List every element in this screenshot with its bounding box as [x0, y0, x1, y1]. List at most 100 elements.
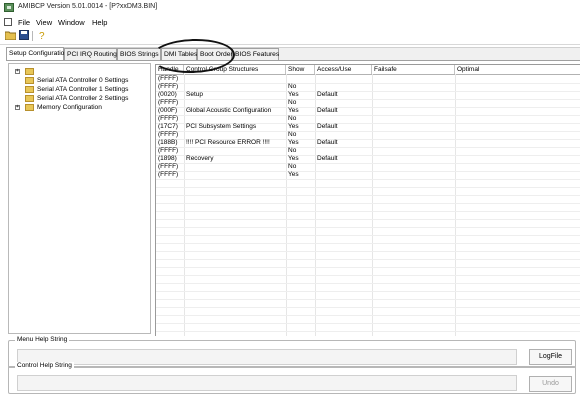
- tab-setup-configuration[interactable]: Setup Configuration: [6, 47, 68, 60]
- table-cell[interactable]: No: [286, 147, 317, 155]
- table-cell[interactable]: (000F): [156, 107, 186, 115]
- table-cell[interactable]: [315, 147, 374, 155]
- tree-item-root[interactable]: +: [9, 67, 150, 76]
- table-cell[interactable]: [372, 171, 457, 179]
- table-cell[interactable]: Default: [315, 91, 374, 99]
- table-cell[interactable]: (0020): [156, 91, 186, 99]
- table-cell[interactable]: [372, 75, 457, 83]
- table-cell[interactable]: [455, 123, 580, 131]
- table-cell[interactable]: [372, 147, 457, 155]
- table-cell[interactable]: [315, 163, 374, 171]
- table-cell[interactable]: [372, 139, 457, 147]
- table-cell[interactable]: (FFFF): [156, 171, 186, 179]
- table-cell[interactable]: Yes: [286, 155, 317, 163]
- column-header-show[interactable]: Show: [286, 65, 315, 74]
- column-header-failsafe[interactable]: Failsafe: [372, 65, 455, 74]
- table-cell[interactable]: [184, 99, 288, 107]
- table-cell[interactable]: [372, 107, 457, 115]
- table-cell[interactable]: [184, 163, 288, 171]
- table-cell[interactable]: Yes: [286, 139, 317, 147]
- table-cell[interactable]: (17C7): [156, 123, 186, 131]
- table-cell[interactable]: [372, 83, 457, 91]
- table-cell[interactable]: [315, 131, 374, 139]
- table-cell[interactable]: No: [286, 131, 317, 139]
- menu-help[interactable]: Help: [92, 18, 107, 27]
- table-cell[interactable]: [315, 99, 374, 107]
- table-cell[interactable]: [455, 155, 580, 163]
- menu-view[interactable]: View: [36, 18, 52, 27]
- table-cell[interactable]: Setup: [184, 91, 288, 99]
- undo-button[interactable]: Undo: [529, 376, 572, 392]
- table-cell[interactable]: Default: [315, 123, 374, 131]
- table-cell[interactable]: [455, 83, 580, 91]
- table-cell[interactable]: [455, 99, 580, 107]
- table-cell[interactable]: Global Acoustic Configuration: [184, 107, 288, 115]
- table-cell[interactable]: Default: [315, 155, 374, 163]
- table-cell[interactable]: No: [286, 163, 317, 171]
- save-icon[interactable]: [18, 30, 30, 42]
- table-cell[interactable]: [372, 123, 457, 131]
- table-cell[interactable]: (FFFF): [156, 131, 186, 139]
- table-cell[interactable]: [286, 75, 317, 83]
- table-cell[interactable]: No: [286, 99, 317, 107]
- table-cell[interactable]: (188B): [156, 139, 186, 147]
- menu-window[interactable]: Window: [58, 18, 85, 27]
- column-header-optimal[interactable]: Optimal: [455, 65, 580, 74]
- tree-item-sata-controller-2[interactable]: Serial ATA Controller 2 Settings: [9, 94, 150, 103]
- table-cell[interactable]: Default: [315, 107, 374, 115]
- table-cell[interactable]: [455, 91, 580, 99]
- table-cell[interactable]: Yes: [286, 171, 317, 179]
- open-icon[interactable]: [4, 30, 16, 42]
- table-cell[interactable]: [372, 99, 457, 107]
- table-cell[interactable]: Default: [315, 139, 374, 147]
- table-cell[interactable]: [184, 171, 288, 179]
- setup-tree[interactable]: + Serial ATA Controller 0 Settings Seria…: [8, 63, 151, 334]
- expand-icon[interactable]: +: [15, 105, 20, 110]
- table-cell[interactable]: (FFFF): [156, 115, 186, 123]
- table-cell[interactable]: [184, 131, 288, 139]
- table-cell[interactable]: [184, 115, 288, 123]
- table-cell[interactable]: [184, 83, 288, 91]
- table-cell[interactable]: [455, 115, 580, 123]
- table-cell[interactable]: [372, 115, 457, 123]
- expand-icon[interactable]: +: [15, 69, 20, 74]
- table-cell[interactable]: (FFFF): [156, 99, 186, 107]
- table-cell[interactable]: [315, 83, 374, 91]
- table-cell[interactable]: No: [286, 83, 317, 91]
- table-cell[interactable]: [315, 75, 374, 83]
- table-cell[interactable]: [455, 163, 580, 171]
- table-cell[interactable]: [455, 139, 580, 147]
- table-cell[interactable]: (1898): [156, 155, 186, 163]
- table-cell[interactable]: [372, 163, 457, 171]
- table-cell[interactable]: (FFFF): [156, 75, 186, 83]
- table-cell[interactable]: (FFFF): [156, 163, 186, 171]
- table-cell[interactable]: [455, 75, 580, 83]
- menu-file[interactable]: File: [18, 18, 30, 27]
- table-cell[interactable]: Yes: [286, 123, 317, 131]
- table-cell[interactable]: [372, 91, 457, 99]
- tab-bios-features[interactable]: BIOS Features: [232, 48, 279, 60]
- table-cell[interactable]: [184, 147, 288, 155]
- table-cell[interactable]: [315, 171, 374, 179]
- table-cell[interactable]: [455, 147, 580, 155]
- table-cell[interactable]: PCI Subsystem Settings: [184, 123, 288, 131]
- table-cell[interactable]: [372, 131, 457, 139]
- column-header-access-use[interactable]: Access/Use: [315, 65, 372, 74]
- table-row[interactable]: [156, 323, 580, 332]
- table-cell[interactable]: Yes: [286, 91, 317, 99]
- table-cell[interactable]: [315, 115, 374, 123]
- table-cell[interactable]: No: [286, 115, 317, 123]
- table-cell[interactable]: (FFFF): [156, 83, 186, 91]
- tab-pci-irq-routing[interactable]: PCI IRQ Routing: [64, 48, 117, 60]
- table-cell[interactable]: Yes: [286, 107, 317, 115]
- table-cell[interactable]: !!!! PCI Resource ERROR !!!!: [184, 139, 288, 147]
- help-icon[interactable]: ?: [36, 30, 48, 42]
- tree-item-sata-controller-0[interactable]: Serial ATA Controller 0 Settings: [9, 76, 150, 85]
- table-cell[interactable]: [372, 155, 457, 163]
- table-cell[interactable]: Recovery: [184, 155, 288, 163]
- table-cell[interactable]: [455, 107, 580, 115]
- logfile-button[interactable]: LogFile: [529, 349, 572, 365]
- table-cell[interactable]: [455, 171, 580, 179]
- table-cell[interactable]: [184, 75, 288, 83]
- tree-item-sata-controller-1[interactable]: Serial ATA Controller 1 Settings: [9, 85, 150, 94]
